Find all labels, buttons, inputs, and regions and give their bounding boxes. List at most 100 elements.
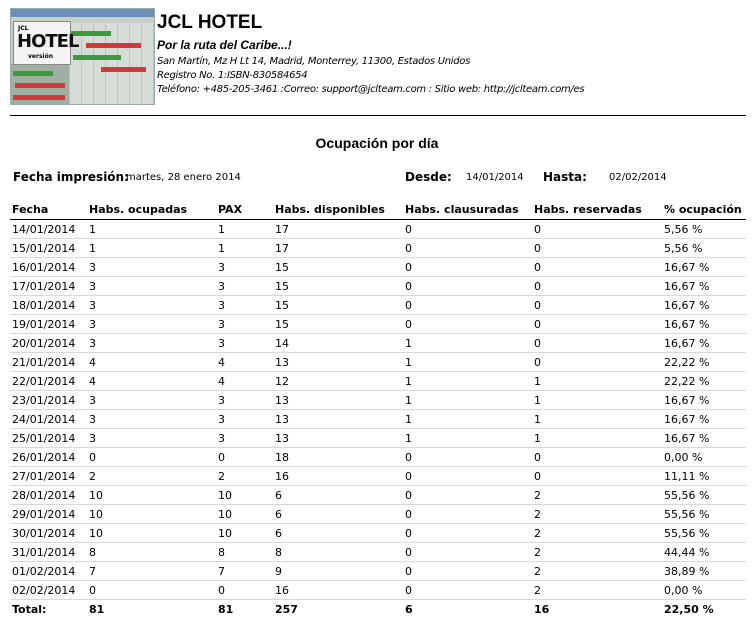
cell-occupancy-pct: 55,56 % [662,485,746,505]
cell-pax: 1 [216,219,273,239]
cell-reserved: 0 [532,238,662,258]
logo-booking-bar [73,55,121,60]
cell-available: 15 [273,295,403,315]
hotel-tagline: Por la ruta del Caribe...! [157,38,292,52]
column-header-available: Habs. disponibles [273,200,403,220]
cell-reserved: 2 [532,580,662,600]
cell-occupancy-pct: 16,67 % [662,314,746,334]
cell-closed: 0 [403,466,532,486]
hotel-registry: Registro No. 1:ISBN-830584654 [157,70,308,81]
cell-pax: 0 [216,580,273,600]
table-row: 30/01/2014 10 10 6 0 2 55,56 % [10,523,746,543]
table-row: 26/01/2014 0 0 18 0 0 0,00 % [10,447,746,467]
table-row: 28/01/2014 10 10 6 0 2 55,56 % [10,485,746,505]
cell-occupancy-pct: 44,44 % [662,542,746,562]
cell-pax: 10 [216,485,273,505]
column-header-date: Fecha [10,200,87,220]
cell-occupied: 4 [87,371,216,391]
cell-available: 15 [273,314,403,334]
cell-closed: 0 [403,295,532,315]
logo-badge: JCL HOTEL versión [13,21,79,65]
cell-closed: 0 [403,314,532,334]
cell-date: 14/01/2014 [10,219,87,239]
cell-occupancy-pct: 16,67 % [662,257,746,277]
print-date-value: martes, 28 enero 2014 [126,172,241,183]
cell-closed: 1 [403,352,532,372]
cell-reserved: 1 [532,409,662,429]
cell-pax: 1 [216,238,273,258]
cell-pax: 3 [216,276,273,296]
cell-available: 6 [273,523,403,543]
cell-occupied: 2 [87,466,216,486]
cell-pax: 3 [216,314,273,334]
cell-closed: 1 [403,428,532,448]
cell-pax: 3 [216,333,273,353]
cell-reserved: 1 [532,428,662,448]
cell-date: 25/01/2014 [10,428,87,448]
cell-reserved: 0 [532,352,662,372]
hotel-logo: JCL HOTEL versión [10,8,155,105]
cell-closed: 0 [403,561,532,581]
logo-version-text: versión [28,53,53,60]
cell-pax: 4 [216,371,273,391]
cell-date: 30/01/2014 [10,523,87,543]
cell-occupancy-pct: 0,00 % [662,447,746,467]
column-header-occupied: Habs. ocupadas [87,200,216,220]
total-occupancy-pct: 22,50 % [662,599,746,619]
table-total-row: Total: 81 81 257 6 16 22,50 % [10,599,746,619]
cell-occupied: 4 [87,352,216,372]
cell-available: 17 [273,219,403,239]
total-pax: 81 [216,599,273,619]
table-row: 27/01/2014 2 2 16 0 0 11,11 % [10,466,746,486]
cell-pax: 3 [216,295,273,315]
cell-available: 8 [273,542,403,562]
cell-reserved: 0 [532,314,662,334]
cell-occupied: 3 [87,276,216,296]
cell-date: 19/01/2014 [10,314,87,334]
cell-closed: 0 [403,238,532,258]
cell-available: 18 [273,447,403,467]
table-row: 14/01/2014 1 1 17 0 0 5,56 % [10,219,746,239]
cell-closed: 1 [403,390,532,410]
column-header-closed: Habs. clausuradas [403,200,532,220]
table-row: 31/01/2014 8 8 8 0 2 44,44 % [10,542,746,562]
cell-occupancy-pct: 16,67 % [662,428,746,448]
cell-closed: 0 [403,542,532,562]
cell-pax: 3 [216,409,273,429]
table-row: 23/01/2014 3 3 13 1 1 16,67 % [10,390,746,410]
cell-occupancy-pct: 16,67 % [662,409,746,429]
table-row: 19/01/2014 3 3 15 0 0 16,67 % [10,314,746,334]
cell-occupancy-pct: 16,67 % [662,295,746,315]
total-occupied: 81 [87,599,216,619]
cell-reserved: 1 [532,371,662,391]
cell-date: 16/01/2014 [10,257,87,277]
cell-occupied: 3 [87,428,216,448]
cell-occupancy-pct: 22,22 % [662,352,746,372]
to-date-value: 02/02/2014 [609,172,667,183]
occupancy-table: Fecha Habs. ocupadas PAX Habs. disponibl… [10,200,746,619]
column-header-reserved: Habs. reservadas [532,200,662,220]
cell-pax: 4 [216,352,273,372]
cell-occupancy-pct: 55,56 % [662,504,746,524]
cell-available: 15 [273,276,403,296]
cell-reserved: 0 [532,447,662,467]
cell-closed: 0 [403,580,532,600]
cell-reserved: 2 [532,485,662,505]
cell-reserved: 0 [532,466,662,486]
hotel-name: JCL HOTEL [157,12,263,33]
cell-available: 16 [273,580,403,600]
cell-date: 23/01/2014 [10,390,87,410]
logo-booking-bar [101,67,146,72]
table-row: 17/01/2014 3 3 15 0 0 16,67 % [10,276,746,296]
cell-occupancy-pct: 11,11 % [662,466,746,486]
table-header-row: Fecha Habs. ocupadas PAX Habs. disponibl… [10,200,746,220]
cell-occupied: 3 [87,390,216,410]
cell-pax: 3 [216,257,273,277]
cell-reserved: 2 [532,504,662,524]
cell-pax: 10 [216,504,273,524]
cell-occupancy-pct: 22,22 % [662,371,746,391]
cell-date: 31/01/2014 [10,542,87,562]
cell-occupied: 0 [87,580,216,600]
to-date-label: Hasta: [543,170,587,184]
cell-available: 13 [273,352,403,372]
